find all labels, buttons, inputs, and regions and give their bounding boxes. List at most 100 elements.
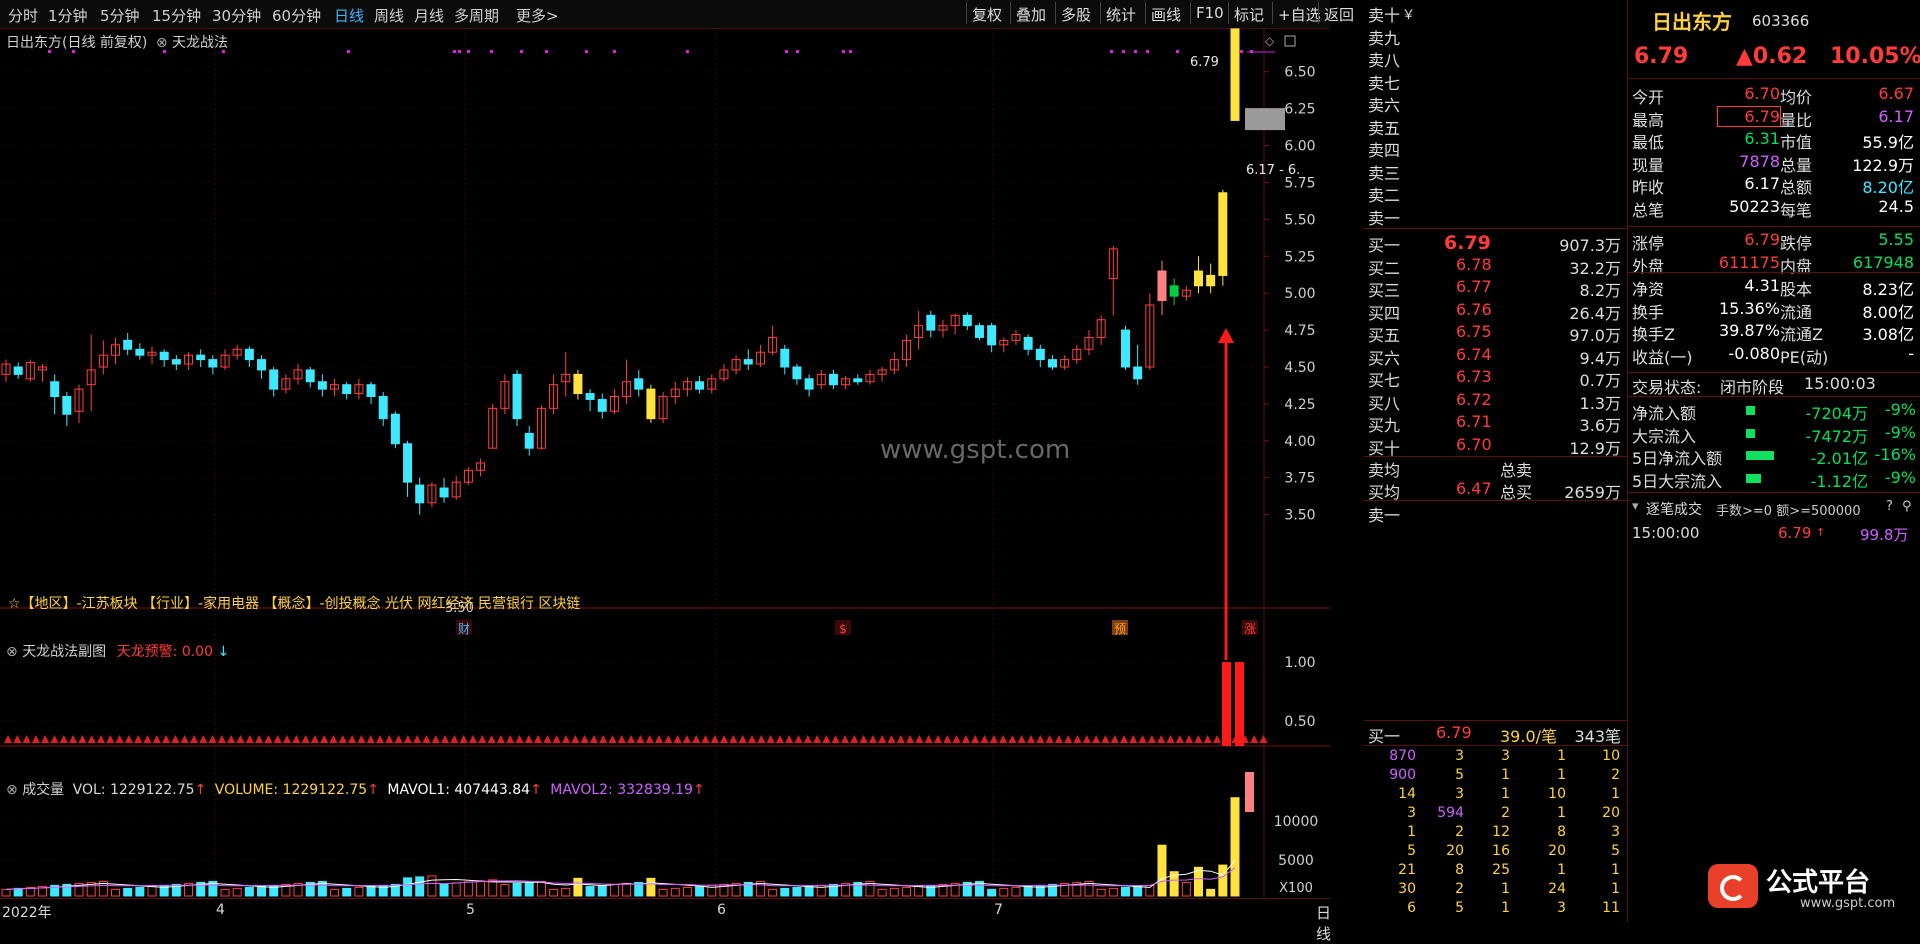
queue-cell: 870 <box>1389 748 1416 764</box>
statistics-button[interactable]: 统计 <box>1100 2 1140 24</box>
watermark: www.gspt.com <box>880 435 1071 465</box>
signal-dot <box>849 50 852 53</box>
trade-time: 15:00:03 <box>1804 374 1876 393</box>
candle-body <box>926 314 936 331</box>
baseline-triangle <box>422 735 431 743</box>
baseline-triangle <box>822 735 831 743</box>
period-tab-1min[interactable]: 1分钟 <box>48 5 88 26</box>
volume-bar <box>342 887 352 897</box>
sub-panel-toggle-icon[interactable]: ⊗ <box>6 644 18 660</box>
quote-label: 收益(一) <box>1632 347 1693 367</box>
quote-label: 昨收 <box>1632 178 1665 197</box>
ticks-toggle-icon[interactable]: ▾ <box>1632 499 1639 514</box>
baseline-triangle <box>1213 735 1221 743</box>
event-mark: $ <box>839 622 847 636</box>
baseline-triangle <box>589 735 598 743</box>
sub-panel-name[interactable]: 天龙战法副图 <box>22 644 106 660</box>
adjust-button[interactable]: 复权 <box>966 2 1006 24</box>
baseline-triangle <box>403 735 412 743</box>
candle-body <box>743 359 753 365</box>
volume-bar <box>585 885 595 897</box>
queue-cell: 1 <box>1557 805 1566 821</box>
baseline-triangle <box>1157 735 1166 743</box>
candle-body <box>1035 348 1045 361</box>
signal-dot <box>1176 50 1179 53</box>
period-tab-fenshi[interactable]: 分时 <box>8 5 38 26</box>
ticks-title[interactable]: 逐笔成交 <box>1646 499 1702 519</box>
pin-icon[interactable]: ⚲ <box>1902 499 1912 514</box>
quote-value: 8.20亿 <box>1862 178 1914 197</box>
buy-level-volume: 8.2万 <box>1579 281 1621 300</box>
queue-cell: 1 <box>1611 881 1620 897</box>
period-tab-multi[interactable]: 多周期 <box>454 5 499 26</box>
queue-cell: 5 <box>1455 900 1464 916</box>
divider <box>1628 78 1920 79</box>
indicator-name[interactable]: 天龙战法 <box>172 35 228 51</box>
quote-value: - <box>1908 343 1914 363</box>
volume-bar <box>780 887 790 897</box>
volume-bar <box>573 877 583 897</box>
period-tab-30min[interactable]: 30分钟 <box>212 5 261 26</box>
quote-label: 总笔 <box>1632 200 1665 220</box>
divider <box>1628 396 1920 397</box>
period-tab-monthly[interactable]: 月线 <box>414 5 444 26</box>
mark-button[interactable]: 标记 <box>1228 2 1268 24</box>
draw-line-button[interactable]: 画线 <box>1145 2 1185 24</box>
queue-cell: 1 <box>1557 767 1566 783</box>
add-watchlist-button[interactable]: +自选 <box>1272 2 1325 24</box>
volume-bar <box>1218 864 1228 897</box>
quote-label: 市值 <box>1780 133 1813 152</box>
volume-up-icon: ↑ <box>367 782 379 798</box>
period-tab-60min[interactable]: 60分钟 <box>272 5 321 26</box>
kline-chart-area[interactable]: 6.50 6.25 6.00 5.75 5.50 5.25 5.00 4.75 4.50 4.25… <box>0 28 1330 922</box>
candle-body <box>828 373 838 386</box>
logo-text: 公式平台 <box>1766 868 1871 898</box>
period-tab-daily[interactable]: 日线 <box>334 5 364 26</box>
ticks-filter[interactable]: 手数>=0 额>=500000 <box>1716 500 1861 519</box>
volume-bar <box>147 885 157 897</box>
period-tab-5min[interactable]: 5分钟 <box>100 5 140 26</box>
indicator-icon[interactable]: ⊗ <box>156 35 168 51</box>
candle-body <box>695 381 705 390</box>
volume-panel-name[interactable]: 成交量 <box>22 782 64 798</box>
period-tab-weekly[interactable]: 周线 <box>374 5 404 26</box>
baseline-triangle <box>124 735 133 743</box>
period-tag[interactable]: 日线 <box>1316 902 1331 944</box>
volume-bar <box>549 888 559 897</box>
period-tab-15min[interactable]: 15分钟 <box>152 5 201 26</box>
volume-bar <box>999 887 1009 897</box>
baseline-triangle <box>97 735 105 743</box>
f10-button[interactable]: F10 <box>1190 2 1228 24</box>
quote-value: 6.17 <box>1744 174 1780 193</box>
buy-level-volume: 0.7万 <box>1579 371 1621 390</box>
volume-bar <box>1120 886 1130 897</box>
baseline-triangle <box>627 735 636 743</box>
baseline-triangle <box>1008 735 1017 743</box>
price-axis-label: 6.50 <box>1284 65 1315 81</box>
baseline-triangle <box>599 735 608 743</box>
baseline-triangle <box>1054 735 1063 743</box>
period-tab-more[interactable]: 更多> <box>516 5 559 26</box>
baseline-triangle <box>543 735 552 743</box>
signal-dot <box>545 50 548 53</box>
buy-level-label: 买七 <box>1368 371 1401 390</box>
baseline-triangle <box>1185 735 1194 743</box>
quote-label: 总额 <box>1780 178 1813 197</box>
queue-cell: 1 <box>1407 824 1416 840</box>
divider <box>1628 226 1920 227</box>
baseline-triangle <box>22 735 31 743</box>
quote-value: 8.00亿 <box>1862 302 1914 322</box>
help-icon[interactable]: ? <box>1886 499 1893 514</box>
volume-toggle-icon[interactable]: ⊗ <box>6 782 18 798</box>
baseline-triangle <box>348 735 357 743</box>
overlay-button[interactable]: 叠加 <box>1010 2 1050 24</box>
queue-cell: 3 <box>1501 748 1510 764</box>
baseline-triangle <box>134 735 143 743</box>
back-button[interactable]: 返回 <box>1318 2 1358 24</box>
volume-bar <box>561 887 571 897</box>
baseline-triangle <box>431 735 440 743</box>
buy-level-price: 6.79 <box>1444 232 1491 254</box>
baseline-triangle <box>1166 735 1175 743</box>
flow-pct: -9% <box>1884 400 1916 419</box>
multi-stock-button[interactable]: 多股 <box>1055 2 1095 24</box>
